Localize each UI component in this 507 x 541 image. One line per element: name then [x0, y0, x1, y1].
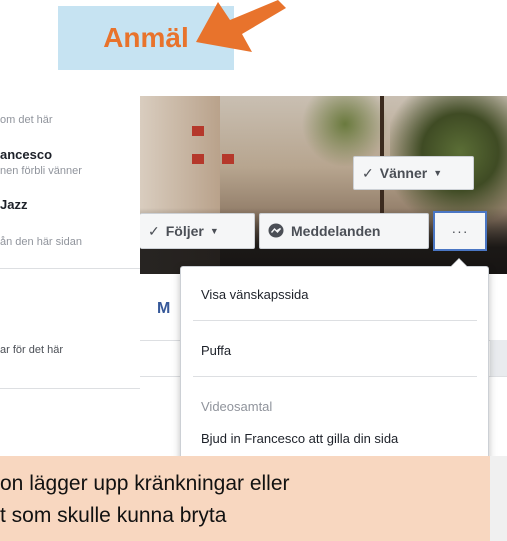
- more-icon: ···: [451, 223, 469, 239]
- left-panel-text-4: ar för det här: [0, 344, 63, 356]
- caret-down-icon: ▼: [209, 226, 219, 236]
- divider: [0, 388, 140, 389]
- menu-item-poke[interactable]: Puffa: [201, 343, 231, 358]
- check-icon: ✓: [362, 164, 374, 181]
- check-icon: ✓: [148, 222, 160, 239]
- messenger-icon: [268, 223, 284, 238]
- follows-button[interactable]: ✓ Följer ▼: [140, 213, 255, 249]
- note-line-2: t som skulle kunna bryta: [0, 504, 227, 527]
- divider: [0, 268, 140, 269]
- menu-separator: [193, 376, 477, 377]
- background-strip: [490, 340, 507, 376]
- menu-item-view-friendship[interactable]: Visa vänskapssida: [201, 287, 308, 302]
- menu-separator: [193, 320, 477, 321]
- friends-button[interactable]: ✓ Vänner ▼: [353, 156, 474, 190]
- left-panel-jazz[interactable]: Jazz: [0, 197, 27, 212]
- left-panel-text-2: nen förbli vänner: [0, 165, 82, 177]
- left-panel-text-1: om det här: [0, 114, 53, 126]
- arrow-pointer: [196, 0, 286, 52]
- annotation-note: on lägger upp kränkningar eller t som sk…: [0, 456, 490, 541]
- left-panel-name[interactable]: ancesco: [0, 147, 52, 162]
- menu-item-invite-like-page[interactable]: Bjud in Francesco att gilla din sida: [201, 431, 398, 446]
- follows-label: Följer: [165, 223, 204, 239]
- messages-label: Meddelanden: [291, 223, 381, 239]
- left-panel-text-3: ån den här sidan: [0, 236, 82, 248]
- friends-label: Vänner: [379, 165, 428, 181]
- background-strip: [490, 456, 507, 541]
- menu-item-video-call: Videosamtal: [201, 399, 273, 414]
- caret-down-icon: ▼: [433, 168, 443, 178]
- messages-button[interactable]: Meddelanden: [259, 213, 429, 249]
- more-button[interactable]: ···: [433, 211, 487, 251]
- note-line-1: on lägger upp kränkningar eller: [0, 472, 290, 495]
- tab-timeline[interactable]: M: [157, 300, 170, 318]
